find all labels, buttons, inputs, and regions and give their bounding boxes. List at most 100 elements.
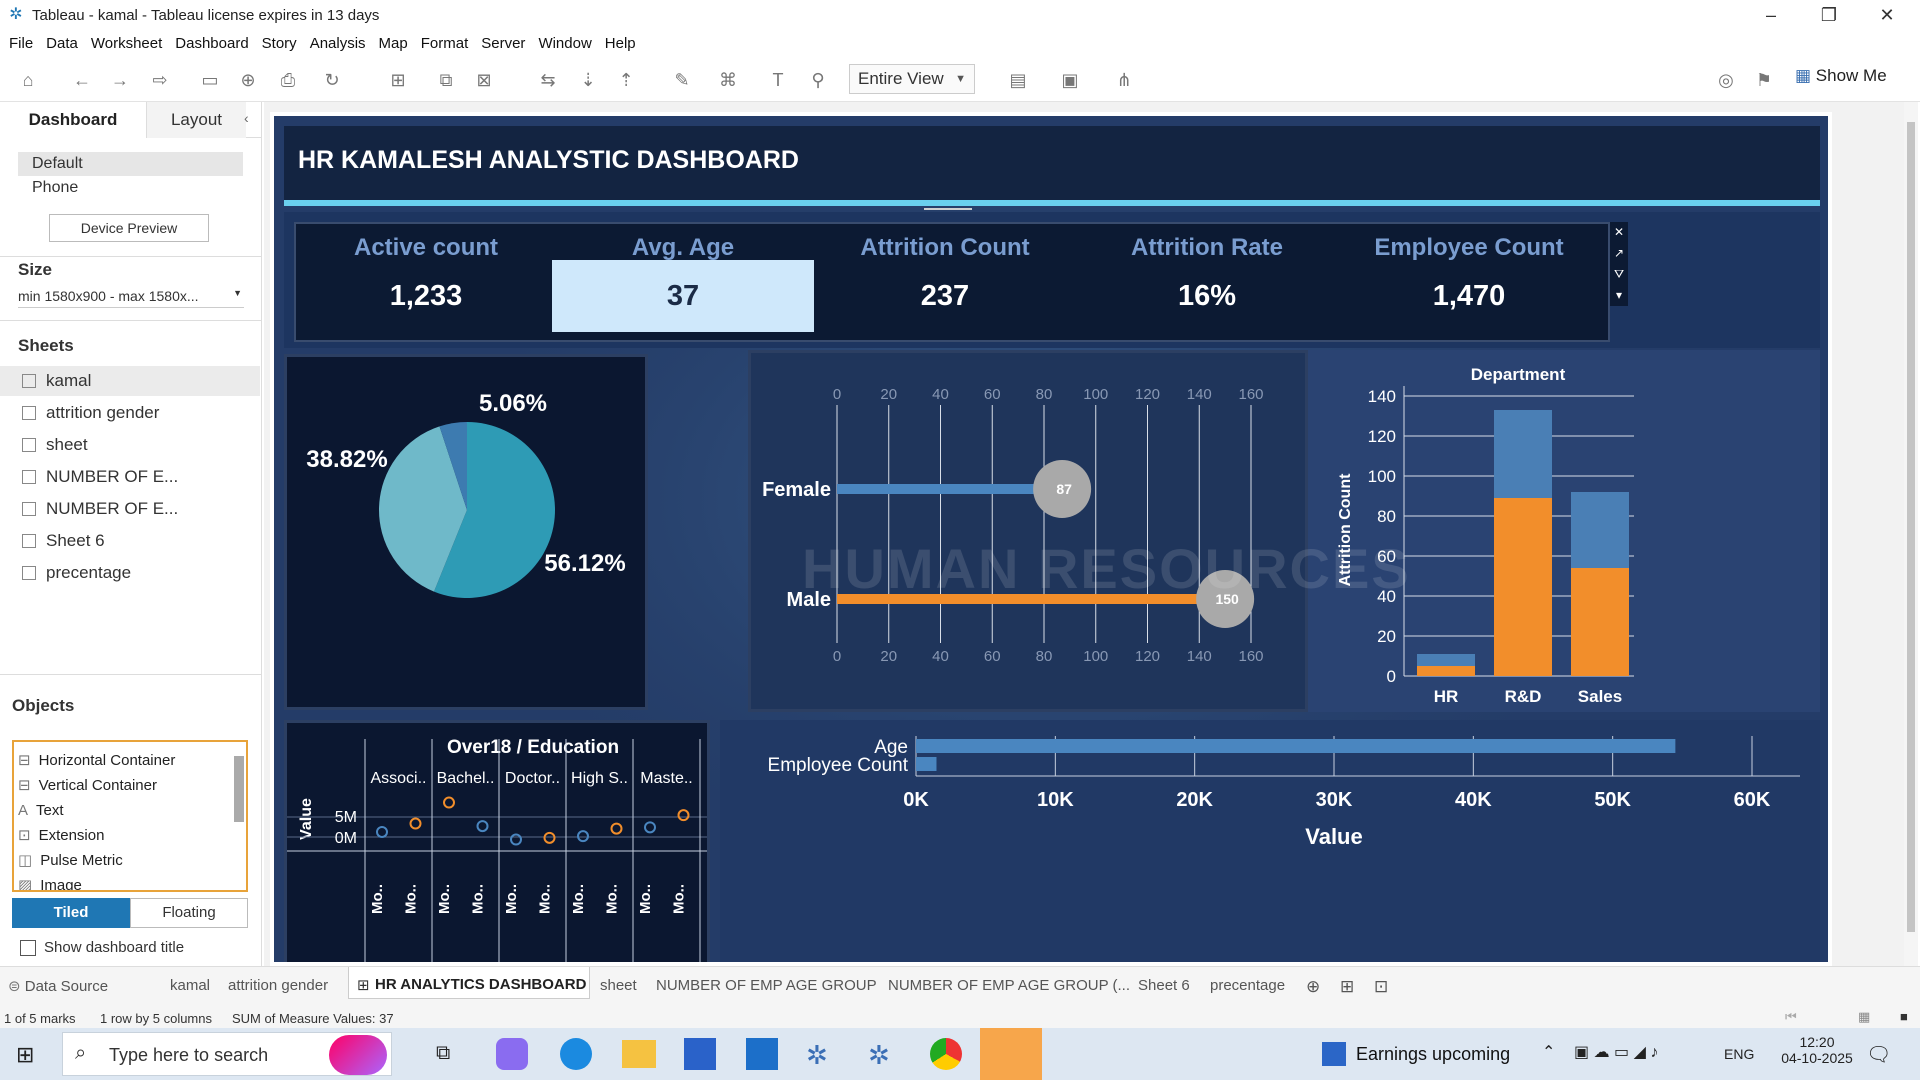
- tab-sheet[interactable]: attrition gender: [228, 977, 328, 994]
- fit-dropdown[interactable]: Entire View ▼: [849, 64, 975, 94]
- sheet-item[interactable]: NUMBER OF E...: [0, 494, 260, 524]
- scrollbar[interactable]: [234, 756, 244, 822]
- object-image[interactable]: ▨ Image: [18, 873, 175, 890]
- menu-format[interactable]: Format: [421, 35, 469, 52]
- close-icon[interactable]: ✕: [1858, 0, 1916, 30]
- replay-icon[interactable]: ⇨: [148, 68, 172, 92]
- clock[interactable]: 12:20 04-10-2025: [1772, 1034, 1862, 1066]
- menu-map[interactable]: Map: [379, 35, 408, 52]
- ai-icon[interactable]: ◎: [1714, 68, 1738, 92]
- news-widget[interactable]: Earnings upcoming: [1356, 1044, 1510, 1065]
- object-text[interactable]: A Text: [18, 798, 175, 823]
- outlook-icon[interactable]: [746, 1038, 778, 1070]
- scrollbar-thumb[interactable]: [1907, 122, 1915, 932]
- sheet-item[interactable]: NUMBER OF E...: [0, 462, 260, 492]
- menu-file[interactable]: File: [9, 35, 33, 52]
- menu-server[interactable]: Server: [481, 35, 525, 52]
- tab-sheet[interactable]: sheet: [600, 977, 637, 994]
- chrome-icon[interactable]: [930, 1038, 962, 1070]
- sort-desc-icon[interactable]: ⇡: [614, 68, 638, 92]
- show-cards-icon[interactable]: ▤: [1006, 68, 1030, 92]
- filter-icon[interactable]: ⛛: [1610, 264, 1628, 285]
- size-dropdown[interactable]: min 1580x900 - max 1580x... ▼: [18, 288, 244, 308]
- collapse-icon[interactable]: ‹: [244, 110, 249, 126]
- vertical-scrollbar[interactable]: [1904, 102, 1918, 966]
- go-to-sheet-icon[interactable]: ↗: [1610, 243, 1628, 264]
- more-options-icon[interactable]: ▾: [1610, 285, 1628, 306]
- sheet-item[interactable]: precentage: [0, 558, 260, 588]
- menu-dashboard[interactable]: Dashboard: [175, 35, 248, 52]
- language-indicator[interactable]: ENG: [1724, 1046, 1754, 1062]
- object-pulse-metric[interactable]: ◫ Pulse Metric: [18, 848, 175, 873]
- show-me-button[interactable]: ▦ Show Me: [1795, 66, 1887, 86]
- tableau-taskbar-icon[interactable]: ✲: [806, 1040, 828, 1071]
- floating-button[interactable]: Floating: [130, 898, 248, 928]
- sheet-item[interactable]: sheet: [0, 430, 260, 460]
- tray-icons[interactable]: ▣ ☁ ▭ ◢ ♪: [1574, 1042, 1658, 1062]
- clear-icon[interactable]: ⊠: [472, 68, 496, 92]
- kpi-card[interactable]: Attrition Rate 16%: [1076, 226, 1338, 336]
- task-view-icon[interactable]: ⧉: [436, 1042, 450, 1065]
- object-horizontal-container[interactable]: ⊟ Horizontal Container: [18, 748, 175, 773]
- chevron-up-icon[interactable]: ⌃: [1542, 1042, 1555, 1062]
- nav-first-icon[interactable]: ⏮: [1785, 1009, 1797, 1025]
- sheet-item[interactable]: kamal: [0, 366, 260, 396]
- tab-sheet[interactable]: NUMBER OF EMP AGE GROUP: [656, 977, 877, 994]
- swap-icon[interactable]: ⇆: [536, 68, 560, 92]
- file-explorer-icon[interactable]: [622, 1040, 656, 1068]
- labels-icon[interactable]: T: [766, 68, 790, 92]
- presentation-icon[interactable]: ▣: [1058, 68, 1082, 92]
- group-icon[interactable]: ⌘: [716, 68, 740, 92]
- kpi-card[interactable]: Employee Count 1,470: [1338, 226, 1600, 336]
- menu-data[interactable]: Data: [46, 35, 78, 52]
- share-icon[interactable]: ⋔: [1112, 68, 1136, 92]
- new-worksheet-icon[interactable]: ⊕: [1306, 977, 1320, 997]
- tab-active-dashboard[interactable]: ⊞ HR ANALYTICS DASHBOARD: [348, 967, 590, 999]
- new-data-source-icon[interactable]: ⊕: [236, 68, 260, 92]
- tab-data-source[interactable]: ⊜ Data Source: [8, 977, 108, 995]
- redo-icon[interactable]: →: [108, 68, 132, 92]
- taskbar-search[interactable]: ⌕ Type here to search: [62, 1032, 392, 1076]
- windows-start-icon[interactable]: ⊞: [16, 1042, 34, 1068]
- menu-analysis[interactable]: Analysis: [310, 35, 366, 52]
- news-icon[interactable]: [1322, 1042, 1346, 1066]
- tableau-active-taskbar-icon[interactable]: ✲: [868, 1040, 890, 1071]
- tab-sheet[interactable]: Sheet 6: [1138, 977, 1190, 994]
- remove-icon[interactable]: ✕: [1610, 222, 1628, 243]
- sheet-item[interactable]: attrition gender: [0, 398, 260, 428]
- menu-window[interactable]: Window: [538, 35, 591, 52]
- active-app-icon[interactable]: [980, 1028, 1042, 1080]
- sheet-item[interactable]: Sheet 6: [0, 526, 260, 556]
- new-story-icon[interactable]: ⊡: [1374, 977, 1388, 997]
- refresh-icon[interactable]: ↻: [320, 68, 344, 92]
- tab-sheet[interactable]: precentage: [1210, 977, 1285, 994]
- pause-updates-icon[interactable]: ⎙: [276, 68, 300, 92]
- notifications-icon[interactable]: 🗨: [1866, 1042, 1891, 1067]
- sort-asc-icon[interactable]: ⇣: [576, 68, 600, 92]
- fix-axes-icon[interactable]: ⚲: [806, 68, 830, 92]
- device-phone[interactable]: Phone: [32, 179, 78, 197]
- kpi-card[interactable]: Attrition Count 237: [814, 226, 1076, 336]
- minimize-icon[interactable]: –: [1742, 0, 1800, 30]
- tab-sheet[interactable]: NUMBER OF EMP AGE GROUP (...: [888, 977, 1130, 994]
- highlight-icon[interactable]: ✎: [670, 68, 694, 92]
- grid-view-icon[interactable]: ▦: [1858, 1009, 1870, 1025]
- edge-icon[interactable]: [560, 1038, 592, 1070]
- device-default[interactable]: Default: [18, 152, 243, 176]
- pin-icon[interactable]: ⚑: [1752, 68, 1776, 92]
- tiled-button[interactable]: Tiled: [12, 898, 130, 928]
- tab-dashboard[interactable]: Dashboard: [0, 102, 146, 138]
- tab-sheet[interactable]: kamal: [170, 977, 210, 994]
- copilot-icon[interactable]: [496, 1038, 528, 1070]
- filmstrip-icon[interactable]: ■: [1900, 1009, 1908, 1024]
- kpi-card[interactable]: Active count 1,233: [296, 226, 556, 336]
- undo-icon[interactable]: ←: [70, 68, 94, 92]
- home-icon[interactable]: ⌂: [16, 68, 40, 92]
- show-title-checkbox[interactable]: [20, 940, 36, 956]
- duplicate-icon[interactable]: ⧉: [434, 68, 458, 92]
- tab-layout[interactable]: Layout: [146, 102, 246, 138]
- menu-worksheet[interactable]: Worksheet: [91, 35, 162, 52]
- restore-icon[interactable]: ❐: [1800, 0, 1858, 30]
- new-dashboard-icon[interactable]: ⊞: [1340, 977, 1354, 997]
- device-preview-button[interactable]: Device Preview: [49, 214, 209, 242]
